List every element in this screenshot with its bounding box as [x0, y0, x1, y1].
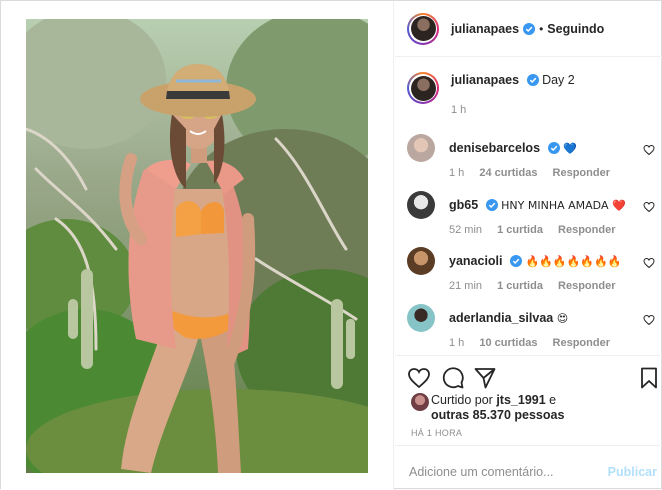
- post-header: julianapaes • Seguindo: [395, 1, 662, 57]
- likes-prefix: Curtido por: [431, 393, 493, 407]
- verified-icon: [509, 255, 522, 267]
- post-timestamp[interactable]: HÁ 1 HORA: [411, 428, 462, 438]
- caption-username[interactable]: julianapaes: [451, 73, 519, 87]
- post-media: [1, 1, 394, 490]
- likes-conjunction: e: [549, 393, 557, 407]
- liker-username[interactable]: jts_1991: [496, 393, 545, 407]
- comment-text: 😍: [556, 312, 569, 325]
- heart-icon[interactable]: [643, 144, 655, 156]
- comment-icon[interactable]: [441, 366, 465, 390]
- comment-text: 🔥🔥🔥🔥🔥🔥🔥: [525, 255, 622, 268]
- separator: •: [539, 21, 544, 36]
- action-bar: [395, 355, 662, 395]
- comment-username[interactable]: aderlandia_silvaa: [449, 311, 553, 325]
- instagram-post: julianapaes • Seguindo julianapaes Day 2: [0, 0, 662, 490]
- comment-composer: Adicione um comentário... Publicar: [395, 445, 662, 490]
- caption-text: Day 2: [542, 73, 575, 87]
- comment-item: denisebarcelos 💙 1 h 24 curtidas Respond…: [407, 134, 655, 184]
- comment-item: yanacioli 🔥🔥🔥🔥🔥🔥🔥 21 min 1 curtida Respo…: [407, 247, 655, 297]
- share-icon[interactable]: [473, 366, 497, 390]
- heart-icon[interactable]: [643, 257, 655, 269]
- comment-avatar[interactable]: [407, 191, 435, 219]
- post-sidebar: julianapaes • Seguindo julianapaes Day 2: [395, 1, 662, 490]
- liker-avatar[interactable]: [411, 393, 429, 411]
- avatar[interactable]: [407, 12, 439, 45]
- heart-icon[interactable]: [407, 366, 431, 390]
- comments-list[interactable]: julianapaes Day 2 1 h denisebarcelos 💙 1…: [395, 58, 662, 355]
- verified-icon: [547, 142, 560, 154]
- caption-avatar[interactable]: [407, 72, 439, 104]
- heart-icon[interactable]: [643, 314, 655, 326]
- following-button[interactable]: Seguindo: [547, 22, 604, 36]
- verified-icon: [485, 199, 498, 211]
- comment-time[interactable]: 1 h: [449, 337, 464, 349]
- comment-username[interactable]: yanacioli: [449, 254, 503, 268]
- reply-button[interactable]: Responder: [558, 224, 615, 236]
- comment-text: HNY MINHA AMADA ❤️: [501, 199, 626, 212]
- comment-text: 💙: [562, 142, 577, 155]
- comment-item: gb65 HNY MINHA AMADA ❤️ 52 min 1 curtida…: [407, 191, 655, 241]
- comment-input[interactable]: Adicione um comentário...: [409, 465, 554, 479]
- comment-username[interactable]: denisebarcelos: [449, 141, 540, 155]
- header-username[interactable]: julianapaes: [451, 22, 519, 36]
- bookmark-icon[interactable]: [637, 366, 661, 390]
- verified-icon: [523, 22, 536, 35]
- reply-button[interactable]: Responder: [553, 337, 610, 349]
- comment-time[interactable]: 1 h: [449, 167, 464, 179]
- comment-item: aderlandia_silvaa 😍 1 h 10 curtidas Resp…: [407, 304, 655, 354]
- comment-username[interactable]: gb65: [449, 198, 478, 212]
- comment-avatar[interactable]: [407, 134, 435, 162]
- post-caption: julianapaes Day 2: [407, 72, 575, 104]
- publish-button[interactable]: Publicar: [608, 465, 657, 479]
- likes-others[interactable]: outras 85.370 pessoas: [431, 408, 564, 422]
- reply-button[interactable]: Responder: [558, 280, 615, 292]
- comment-likes[interactable]: 1 curtida: [497, 224, 543, 236]
- comment-time[interactable]: 52 min: [449, 224, 482, 236]
- verified-icon: [526, 74, 539, 86]
- caption-time[interactable]: 1 h: [451, 104, 466, 116]
- comment-likes[interactable]: 24 curtidas: [479, 167, 537, 179]
- heart-icon[interactable]: [643, 201, 655, 213]
- comment-likes[interactable]: 10 curtidas: [479, 337, 537, 349]
- comment-time[interactable]: 21 min: [449, 280, 482, 292]
- comment-likes[interactable]: 1 curtida: [497, 280, 543, 292]
- reply-button[interactable]: Responder: [553, 167, 610, 179]
- comment-avatar[interactable]: [407, 247, 435, 275]
- comment-avatar[interactable]: [407, 304, 435, 332]
- post-photo[interactable]: [26, 19, 368, 473]
